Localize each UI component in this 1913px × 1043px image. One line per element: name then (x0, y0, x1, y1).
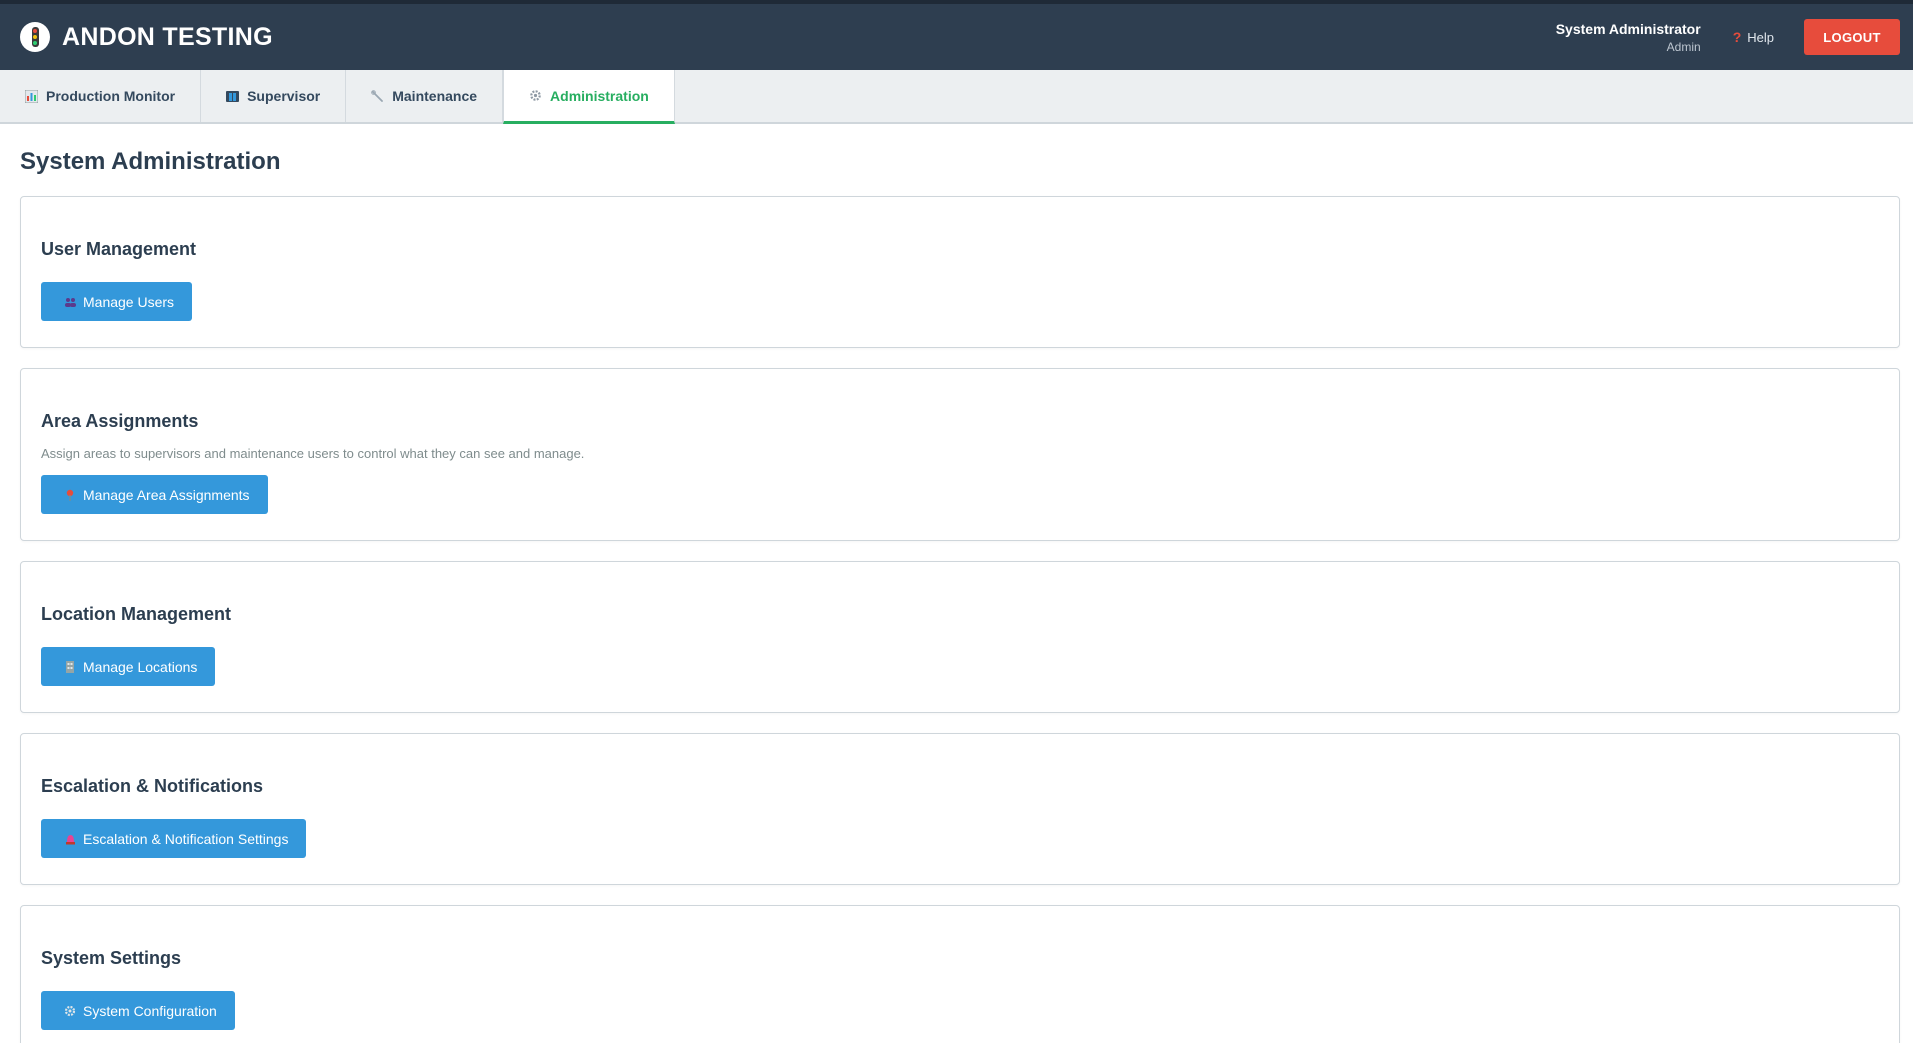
app-title: ANDON TESTING (62, 22, 273, 51)
page-title: System Administration (20, 148, 281, 175)
brand: ANDON TESTING (20, 22, 273, 52)
tab-label: Administration (550, 87, 649, 104)
tab-production-monitor[interactable]: Production Monitor (0, 70, 202, 122)
building-icon (63, 660, 77, 673)
section-title: System Settings (41, 948, 182, 968)
traffic-light-logo-icon (20, 22, 50, 52)
wrench-icon (371, 89, 384, 103)
tab-label: Supervisor (247, 88, 321, 104)
system-configuration-button[interactable]: System Configuration (41, 991, 235, 1030)
help-label: Help (1747, 29, 1774, 45)
section-title: Area Assignments (41, 411, 199, 431)
card-location-management: Location Management Manage Locations (20, 561, 1900, 713)
app-header: ANDON TESTING System Administrator Admin… (0, 4, 1913, 70)
card-area-assignments: Area Assignments Assign areas to supervi… (20, 368, 1900, 541)
gear-icon (529, 89, 542, 102)
tab-maintenance[interactable]: Maintenance (346, 70, 504, 122)
gear-icon (63, 1005, 77, 1017)
tab-label: Maintenance (392, 88, 478, 104)
tab-administration[interactable]: Administration (503, 70, 675, 124)
manage-area-assignments-button[interactable]: Manage Area Assignments (41, 475, 268, 514)
users-icon (63, 297, 77, 307)
button-label: Manage Area Assignments (83, 486, 250, 503)
button-label: Escalation & Notification Settings (83, 830, 289, 847)
section-title: Location Management (41, 604, 232, 624)
user-name: System Administrator (1555, 20, 1701, 37)
card-user-management: User Management Manage Users (20, 196, 1900, 348)
bar-chart-icon (25, 89, 38, 103)
supervisor-icon (226, 90, 240, 103)
alarm-icon (63, 833, 77, 845)
user-info: System Administrator Admin (1556, 21, 1701, 54)
tab-label: Production Monitor (46, 88, 176, 104)
main-tabs: Production Monitor Supervisor Maintenanc… (0, 70, 1913, 124)
pin-icon (63, 489, 77, 501)
main-content: System Administration User Management Ma… (0, 124, 1913, 1043)
escalation-notification-settings-button[interactable]: Escalation & Notification Settings (41, 819, 307, 858)
button-label: System Configuration (83, 1002, 217, 1019)
manage-locations-button[interactable]: Manage Locations (41, 647, 216, 686)
section-description: Assign areas to supervisors and maintena… (41, 446, 585, 461)
button-label: Manage Users (83, 293, 175, 310)
manage-users-button[interactable]: Manage Users (41, 282, 193, 321)
card-escalation-notifications: Escalation & Notifications Escalation & … (20, 733, 1900, 885)
tab-supervisor[interactable]: Supervisor (201, 70, 347, 122)
button-label: Manage Locations (83, 658, 198, 675)
logout-button[interactable]: LOGOUT (1804, 19, 1900, 55)
section-title: User Management (41, 239, 197, 259)
section-title: Escalation & Notifications (41, 776, 264, 796)
card-system-settings: System Settings System Configuration (20, 905, 1900, 1043)
header-right: System Administrator Admin ? Help LOGOUT (1556, 19, 1900, 55)
help-link[interactable]: ? Help (1733, 29, 1774, 45)
question-icon: ? (1732, 29, 1742, 45)
user-role: Admin (1666, 39, 1701, 54)
